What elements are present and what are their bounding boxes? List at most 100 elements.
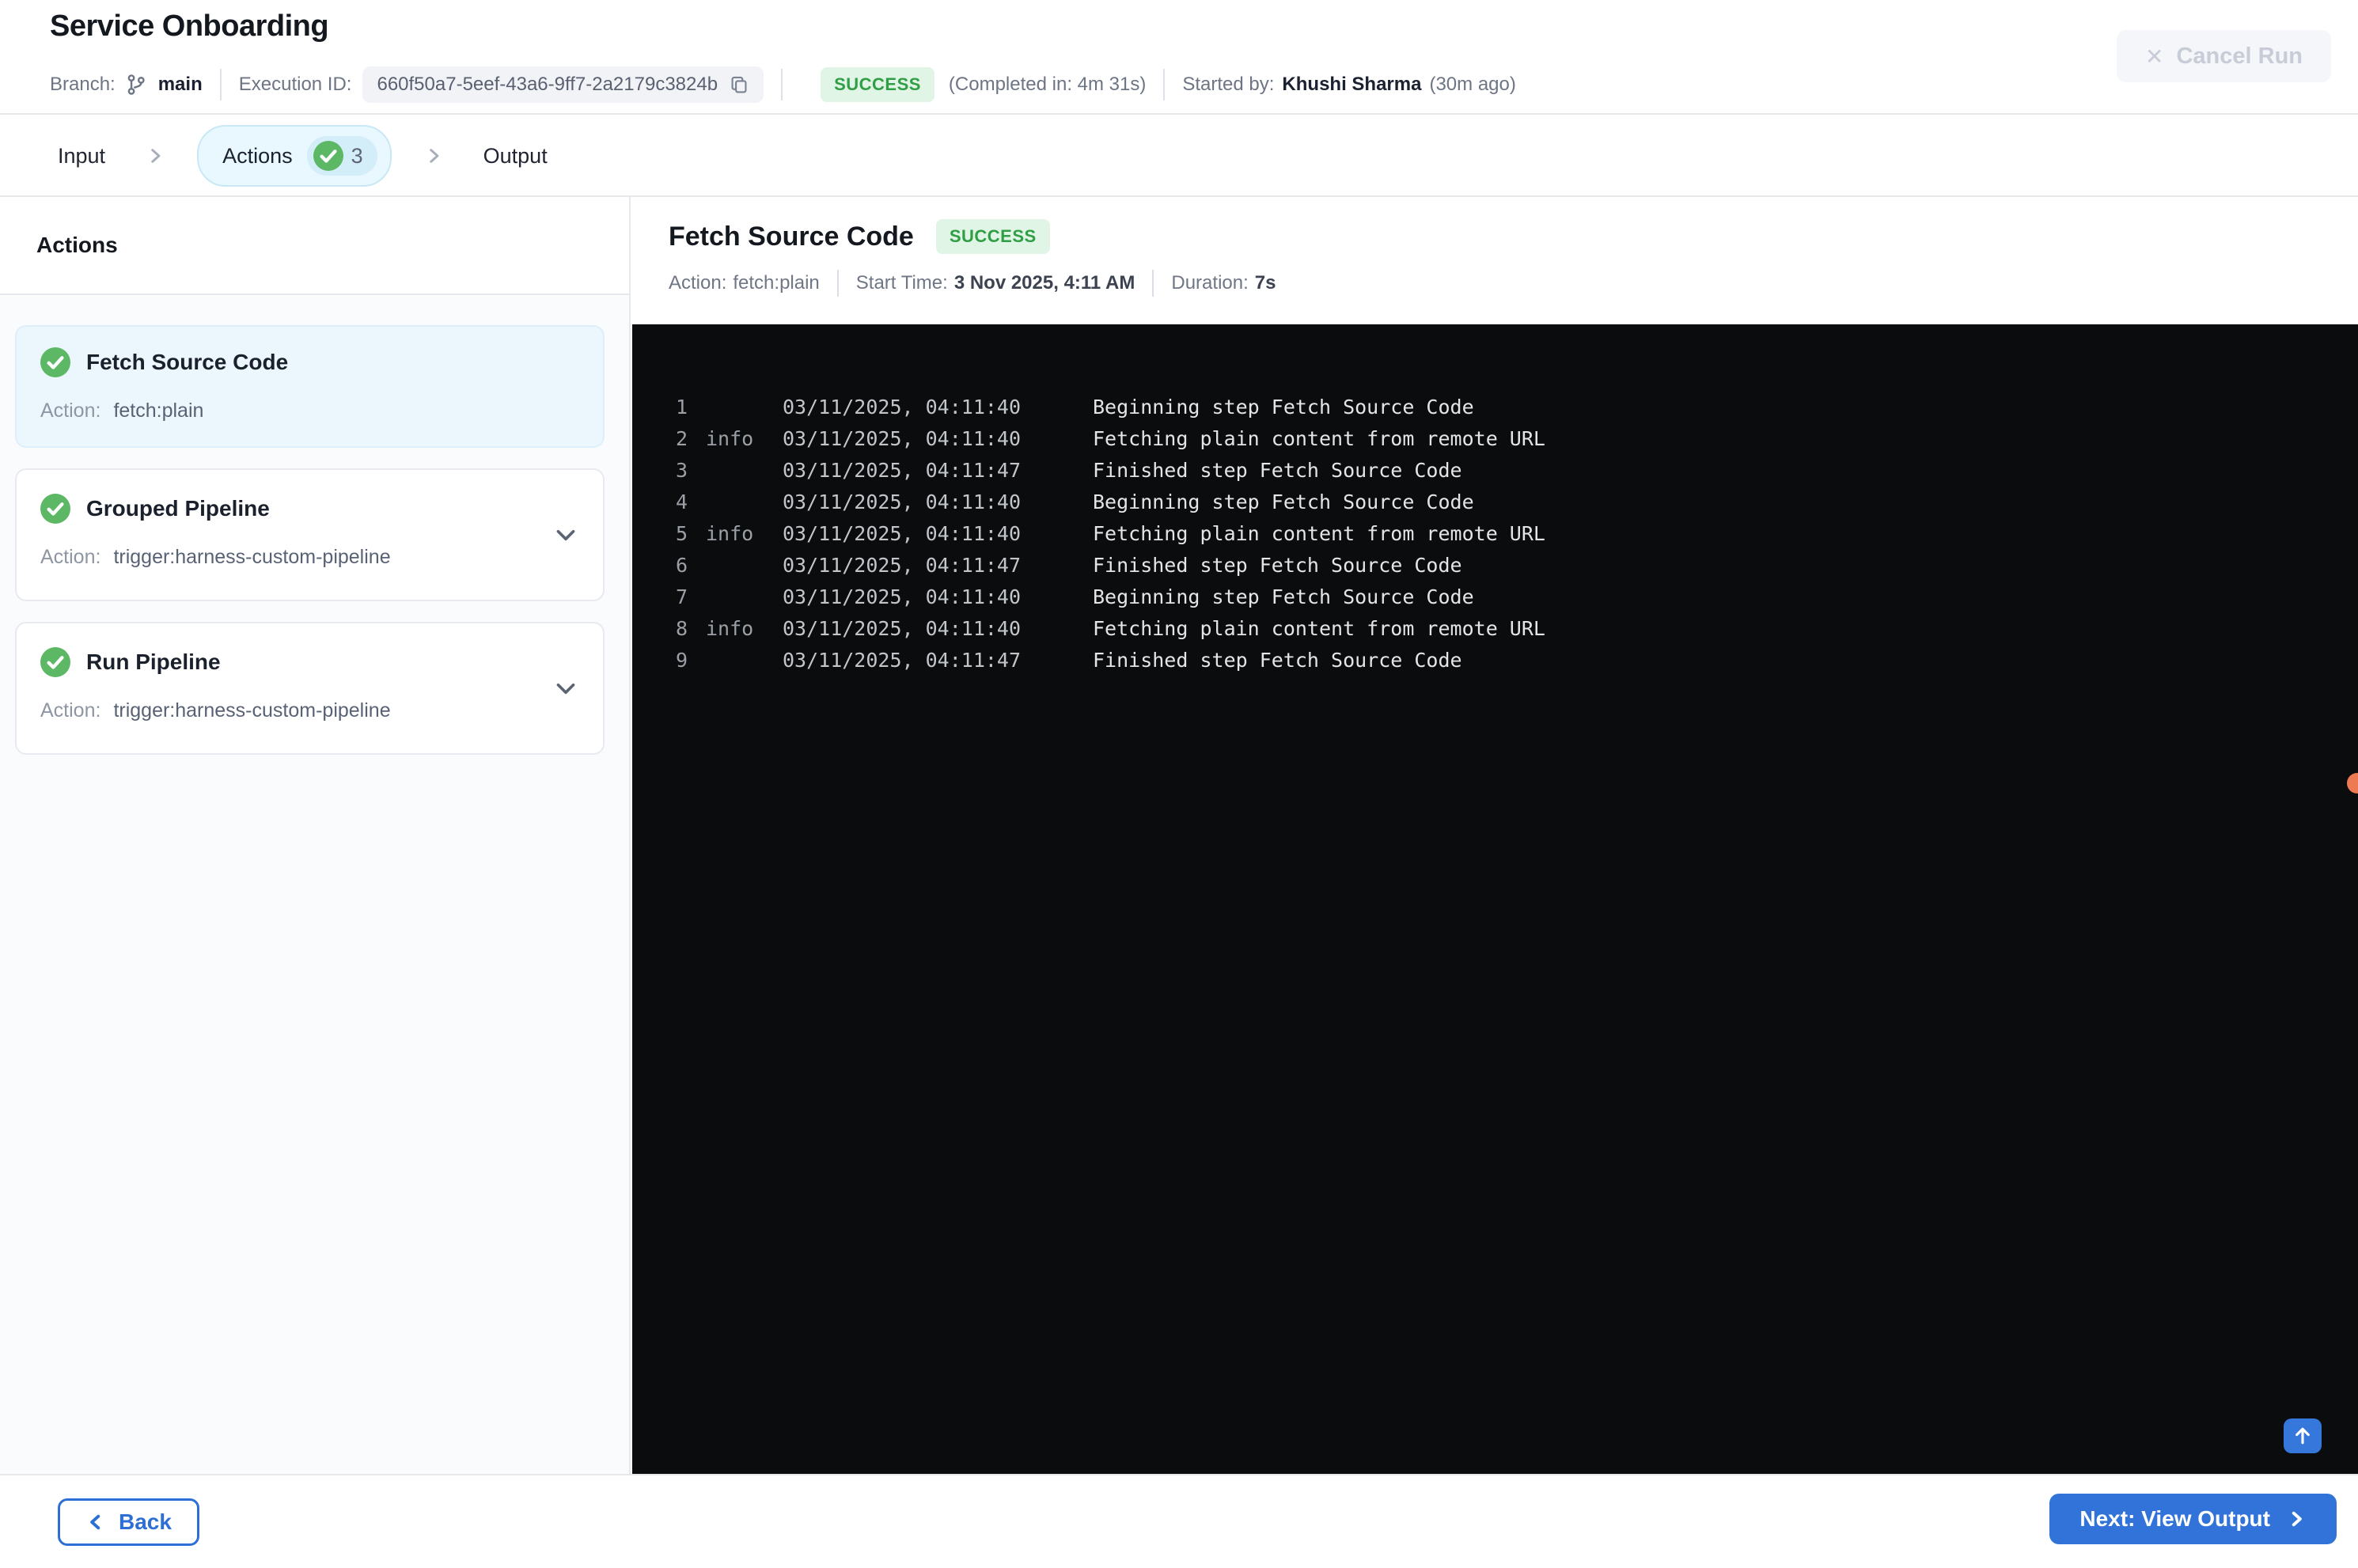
action-label: Action: [40, 546, 101, 568]
action-card-grouped-pipeline[interactable]: Grouped Pipeline Action: trigger:harness-… [15, 468, 605, 601]
step-title: Fetch Source Code [669, 221, 914, 252]
tab-actions[interactable]: Actions 3 [197, 125, 392, 187]
action-card-title: Fetch Source Code [86, 350, 289, 374]
action-value: trigger:harness-custom-pipeline [113, 699, 391, 722]
log-line: 1 03/11/2025, 04:11:40 Beginning step Fetc… [676, 391, 2358, 422]
log-time: 03/11/2025, 04:11:40 [783, 585, 1022, 608]
status-badge: SUCCESS [821, 67, 934, 102]
started-by-name: Khushi Sharma [1282, 74, 1422, 95]
sidebar-header: Actions [0, 197, 629, 295]
footer-bar: Back Next: View Output [0, 1474, 2358, 1568]
log-lines: 1 03/11/2025, 04:11:40 Beginning step Fetc… [632, 324, 2358, 676]
log-time: 03/11/2025, 04:11:40 [783, 490, 1022, 513]
action-card-fetch-source-code[interactable]: Fetch Source Code Action: fetch:plain [15, 325, 605, 448]
git-branch-icon [125, 74, 147, 96]
step-duration-label: Duration: [1171, 272, 1249, 294]
log-time: 03/11/2025, 04:11:40 [783, 521, 1022, 545]
next-view-output-button[interactable]: Next: View Output [2049, 1494, 2337, 1544]
log-ln: 1 [676, 395, 688, 419]
log-msg: Beginning step Fetch Source Code [1093, 585, 1474, 608]
actions-sidebar: Actions Fetch Source Code Action: fetch:p… [0, 197, 631, 1474]
started-by-label: Started by: [1182, 74, 1275, 95]
next-button-label: Next: View Output [2079, 1506, 2270, 1531]
cancel-run-button[interactable]: ✕ Cancel Run [2117, 30, 2331, 82]
log-tag: info [706, 521, 754, 545]
log-line: 8 info 03/11/2025, 04:11:40 Fetching plain … [676, 612, 2358, 644]
step-start-value: 3 Nov 2025, 4:11 AM [953, 272, 1135, 294]
chevron-down-icon[interactable] [552, 675, 579, 702]
check-circle-icon [313, 141, 343, 171]
stage-breadcrumb-bar: Input Actions 3 Output [0, 116, 2358, 197]
log-ln: 3 [676, 458, 688, 482]
chevron-right-icon [145, 146, 165, 166]
step-action-value: fetch:plain [733, 272, 820, 294]
log-ln: 2 [676, 426, 688, 450]
step-meta-row: Action: fetch:plain Start Time: 3 Nov 20… [669, 270, 2358, 297]
action-card-list: Fetch Source Code Action: fetch:plain Gro… [0, 295, 629, 755]
log-time: 03/11/2025, 04:11:40 [783, 616, 1022, 640]
log-line: 3 03/11/2025, 04:11:47 Finished step Fetch… [676, 454, 2358, 486]
cancel-run-label: Cancel Run [2176, 43, 2303, 69]
log-msg: Finished step Fetch Source Code [1093, 648, 1462, 672]
log-console[interactable]: 1 03/11/2025, 04:11:40 Beginning step Fetc… [632, 324, 2358, 1474]
meta-divider [836, 270, 839, 297]
action-value: fetch:plain [113, 400, 204, 422]
log-ln: 7 [676, 585, 688, 608]
log-time: 03/11/2025, 04:11:40 [783, 426, 1022, 450]
branch-label: Branch: [50, 74, 116, 95]
log-line: 5 info 03/11/2025, 04:11:40 Fetching plain … [676, 517, 2358, 549]
log-time: 03/11/2025, 04:11:47 [783, 648, 1022, 672]
page-header: Service Onboarding Branch: main Executio… [0, 0, 2358, 115]
chevron-right-icon [2286, 1509, 2307, 1529]
log-msg: Beginning step Fetch Source Code [1093, 490, 1474, 513]
chevron-right-icon [423, 146, 444, 166]
execution-id-label: Execution ID: [238, 74, 352, 95]
branch-name: main [157, 74, 203, 95]
copy-icon[interactable] [729, 74, 749, 95]
tab-actions-label: Actions [222, 143, 293, 168]
arrow-up-icon [2292, 1425, 2314, 1447]
log-msg: Beginning step Fetch Source Code [1093, 395, 1474, 419]
completed-in-text: (Completed in: 4m 31s) [948, 74, 1147, 95]
sidebar-heading: Actions [36, 233, 118, 257]
log-time: 03/11/2025, 04:11:40 [783, 395, 1022, 419]
execution-id-value: 660f50a7-5eef-43a6-9ff7-2a2179c3824b [377, 74, 718, 95]
orange-indicator-dot [2347, 773, 2358, 793]
action-label: Action: [40, 400, 101, 422]
actions-count-value: 3 [351, 143, 363, 168]
step-action-label: Action: [669, 272, 727, 294]
scroll-to-top-button[interactable] [2284, 1418, 2322, 1453]
log-line: 6 03/11/2025, 04:11:47 Finished step Fetch… [676, 549, 2358, 581]
log-msg: Fetching plain content from remote URL [1093, 616, 1545, 640]
log-line: 2 info 03/11/2025, 04:11:40 Fetching plain … [676, 422, 2358, 454]
chevron-left-icon [85, 1512, 106, 1532]
log-ln: 8 [676, 616, 688, 640]
step-detail-header: Fetch Source Code SUCCESS Action: fetch:… [632, 197, 2358, 324]
log-ln: 5 [676, 521, 688, 545]
close-icon: ✕ [2145, 44, 2164, 69]
started-ago-text: (30m ago) [1429, 74, 1516, 95]
log-time: 03/11/2025, 04:11:47 [783, 458, 1022, 482]
step-duration-value: 7s [1254, 272, 1276, 294]
action-value: trigger:harness-custom-pipeline [113, 546, 391, 568]
log-msg: Finished step Fetch Source Code [1093, 553, 1462, 577]
step-status-badge: SUCCESS [935, 219, 1050, 254]
page-title: Service Onboarding [50, 9, 329, 43]
chevron-down-icon[interactable] [552, 521, 579, 548]
log-ln: 6 [676, 553, 688, 577]
meta-divider [1152, 270, 1154, 297]
action-label: Action: [40, 699, 101, 722]
back-button[interactable]: Back [58, 1498, 199, 1546]
meta-divider [219, 69, 222, 100]
log-tag: info [706, 616, 754, 640]
meta-divider [781, 69, 783, 100]
execution-id-pill: 660f50a7-5eef-43a6-9ff7-2a2179c3824b [362, 66, 764, 103]
log-line: 9 03/11/2025, 04:11:47 Finished step Fetch… [676, 644, 2358, 676]
action-card-run-pipeline[interactable]: Run Pipeline Action: trigger:harness-cust… [15, 622, 605, 755]
check-circle-icon [40, 494, 70, 524]
log-msg: Fetching plain content from remote URL [1093, 521, 1545, 545]
log-line: 4 03/11/2025, 04:11:40 Beginning step Fetc… [676, 486, 2358, 517]
tab-output[interactable]: Output [476, 144, 555, 169]
actions-count-badge: 3 [306, 136, 377, 176]
tab-input[interactable]: Input [50, 144, 113, 169]
